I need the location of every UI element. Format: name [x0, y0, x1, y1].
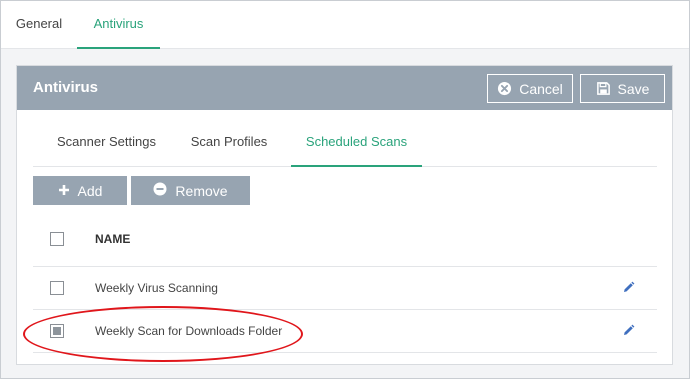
tab-general[interactable]: General — [1, 1, 77, 49]
tab-antivirus[interactable]: Antivirus — [77, 1, 160, 49]
panel-title: Antivirus — [33, 79, 99, 96]
tab-scan-profiles[interactable]: Scan Profiles — [181, 116, 277, 167]
remove-button[interactable]: Remove — [131, 176, 250, 205]
name-column-header[interactable]: NAME — [95, 232, 130, 246]
tab-scheduled-scans[interactable]: Scheduled Scans — [291, 116, 422, 167]
save-icon — [596, 81, 611, 96]
highlight-ellipse — [23, 306, 303, 362]
cancel-button[interactable]: Cancel — [487, 74, 573, 103]
remove-label: Remove — [175, 182, 228, 199]
save-button[interactable]: Save — [580, 74, 665, 103]
minus-icon — [153, 182, 167, 199]
table-header-row: NAME — [33, 211, 657, 267]
add-label: Add — [77, 182, 103, 199]
add-button[interactable]: Add — [33, 176, 127, 205]
edit-pencil-icon[interactable] — [622, 324, 635, 342]
top-tab-bar: General Antivirus — [1, 1, 689, 49]
tab-scanner-settings[interactable]: Scanner Settings — [49, 116, 164, 167]
select-all-checkbox[interactable] — [50, 232, 64, 246]
panel-header: Antivirus Cancel Save — [17, 66, 672, 110]
edit-pencil-icon[interactable] — [622, 281, 635, 299]
scan-name: Weekly Virus Scanning — [95, 281, 218, 295]
cancel-icon — [497, 81, 512, 96]
plus-icon — [58, 183, 70, 199]
row-checkbox[interactable] — [50, 281, 64, 295]
save-label: Save — [617, 80, 650, 97]
table-row[interactable]: Weekly Virus Scanning — [33, 268, 657, 310]
sub-tab-bar: Scanner Settings Scan Profiles Scheduled… — [33, 116, 657, 167]
cancel-label: Cancel — [519, 80, 563, 97]
